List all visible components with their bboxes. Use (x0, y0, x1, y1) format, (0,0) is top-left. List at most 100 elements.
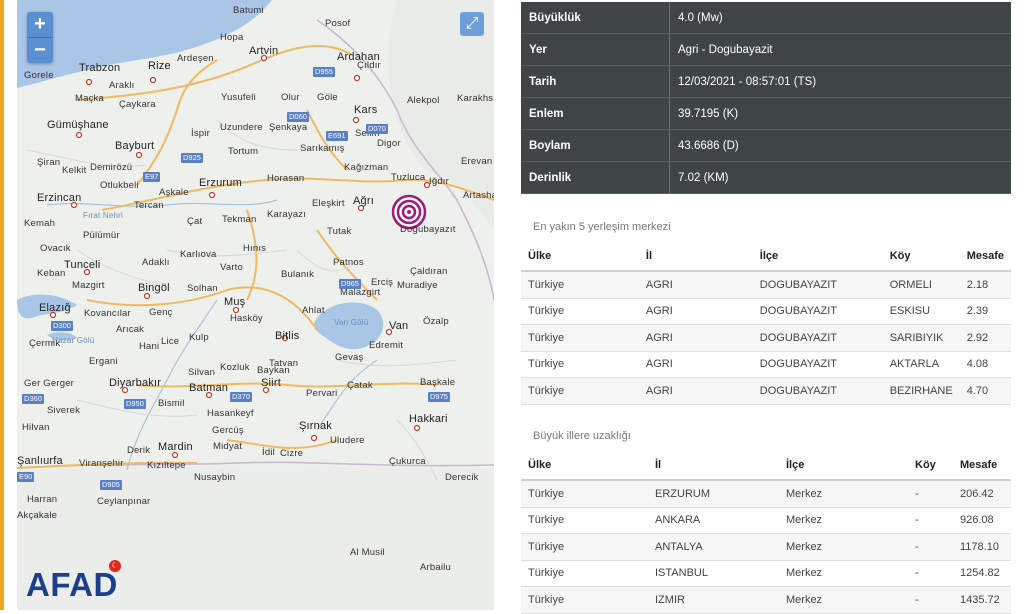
map-label: Muradiye (397, 280, 438, 291)
cell: IZMIR (648, 586, 779, 614)
map-label: Doğubayazıt (400, 224, 456, 235)
info-value: 7.02 (KM) (669, 161, 1011, 194)
map-label: Uludere (330, 435, 365, 446)
road-shield: D300 (51, 321, 73, 331)
map-label: Arbailu (420, 562, 451, 573)
map-label: Derecik (445, 472, 479, 483)
map-label: Erzincan (37, 192, 82, 204)
map-label: Patnos (333, 257, 364, 268)
map-view[interactable]: Batumi Posof Hopa Artvin Ardahan Çıldır … (17, 0, 494, 610)
info-label: Tarih (521, 65, 670, 98)
cell: - (908, 507, 953, 534)
map-label: Viranşehir (79, 458, 124, 469)
map-label: Genç (149, 307, 173, 318)
fullscreen-icon[interactable]: ⤢ (460, 12, 484, 36)
lake-van-label: Van Gölü (334, 318, 369, 327)
col-header: İlçe (752, 242, 883, 272)
cell: ESKISU (882, 298, 960, 325)
nearest-table: Ülke İl İlçe Köy Mesafe Türkiye AGRI DOGUB… (521, 242, 1011, 405)
cell: Merkez (779, 586, 908, 614)
table-row: Türkiye AGRI DOGUBAYAZIT SARIBIYIK 2.92 (521, 324, 1011, 352)
cell: SARIBIYIK (882, 324, 960, 352)
table-row: Türkiye AGRI DOGUBAYAZIT BEZIRHANE 4.70 (521, 377, 1011, 405)
table-row: Türkiye ERZURUM Merkez -206.42 (521, 480, 1011, 508)
map-label: Bismil (158, 398, 185, 409)
map-label: Bingöl (138, 282, 170, 294)
road-shield: D070 (366, 124, 388, 134)
map-label: Demirözü (90, 162, 133, 173)
col-header: Ülke (521, 451, 648, 481)
col-header: Ülke (521, 242, 639, 272)
cell: AGRI (638, 377, 753, 405)
map-label: Çat (187, 216, 203, 227)
cell: Türkiye (521, 351, 639, 378)
table-row: Türkiye AGRI DOGUBAYAZIT ESKISU 2.39 (521, 298, 1011, 325)
road-shield: D370 (230, 392, 252, 402)
info-label: Boylam (521, 129, 670, 162)
info-row: Boylam 43.6686 (D) (521, 129, 1011, 162)
info-row: Büyüklük 4.0 (Mw) (521, 2, 1011, 34)
cell: AGRI (638, 351, 753, 378)
map-label: Cizre (280, 448, 304, 459)
map-label: Siirt (261, 377, 281, 389)
cell: 4.08 (959, 351, 1011, 378)
map-label: Lice (161, 336, 180, 347)
map-label: Rize (148, 60, 171, 72)
map-label: Gevaş (335, 352, 364, 363)
map-label: Hakkari (409, 413, 448, 425)
map-label: Bulanık (281, 269, 315, 280)
info-row: Enlem 39.7195 (K) (521, 97, 1011, 130)
cell: ERZURUM (648, 480, 779, 508)
afad-logo: AFAD (26, 566, 118, 603)
map-label: Harran (27, 494, 58, 505)
table-row: Türkiye ISTANBUL Merkez -1254.82 (521, 560, 1011, 587)
info-label: Derinlik (521, 161, 670, 194)
road-shield: D925 (181, 153, 203, 163)
map-label: Ger Gerger (24, 378, 75, 389)
cell: ISTANBUL (648, 560, 779, 587)
cell: Merkez (779, 507, 908, 534)
map-label: Hınıs (243, 243, 267, 254)
map-label: Varto (220, 262, 244, 273)
map-label: Ahlat (302, 305, 325, 316)
map-label: Olur (281, 92, 300, 103)
map-label: Hani (139, 341, 160, 352)
map-label: Tuzluca (391, 172, 426, 183)
cell: Türkiye (521, 377, 639, 405)
col-header: İl (638, 242, 753, 272)
cell: 206.42 (953, 480, 1011, 508)
map-label: Şenkaya (269, 122, 308, 133)
zoom-out-button[interactable]: − (27, 38, 53, 63)
map-label: Arıcak (116, 324, 145, 335)
map-label: Çaykara (119, 99, 156, 110)
map-label: Erevan (461, 156, 493, 167)
road-shield: D360 (22, 394, 44, 404)
map-label: Gümüşhane (47, 119, 109, 131)
nearest-title: En yakın 5 yerleşim merkezi (533, 221, 671, 233)
map-label: Erciş (371, 277, 394, 288)
map-label: Kemah (24, 218, 56, 229)
map-label: Pervari (306, 388, 338, 399)
map-label: Ağrı (353, 195, 374, 207)
zoom-in-button[interactable]: + (27, 12, 53, 38)
cell: DOGUBAYAZIT (752, 351, 883, 378)
cell: Türkiye (521, 271, 639, 299)
map-label: Gercüş (212, 425, 244, 436)
map-label: Silvan (188, 367, 216, 378)
table-row: Türkiye AGRI DOGUBAYAZIT ORMELI 2.18 (521, 271, 1011, 299)
map-label: Pülümür (83, 230, 120, 241)
turkish-flag-icon: ☾ (109, 560, 121, 572)
map-label: Uzundere (220, 122, 263, 133)
info-label: Yer (521, 33, 670, 66)
map-label: Elazığ (39, 302, 71, 314)
cell: 1254.82 (953, 560, 1011, 587)
cell: Türkiye (521, 298, 639, 325)
map-label: Başkale (420, 377, 456, 388)
map-label: Van (389, 320, 409, 332)
col-header: Köy (882, 242, 960, 272)
map-label: Hazar Gölü (52, 336, 95, 345)
map-label: Horasan (267, 173, 305, 184)
map-label: Edremit (369, 340, 404, 351)
map-label: Kelkit (62, 165, 87, 176)
cell: DOGUBAYAZIT (752, 298, 883, 325)
